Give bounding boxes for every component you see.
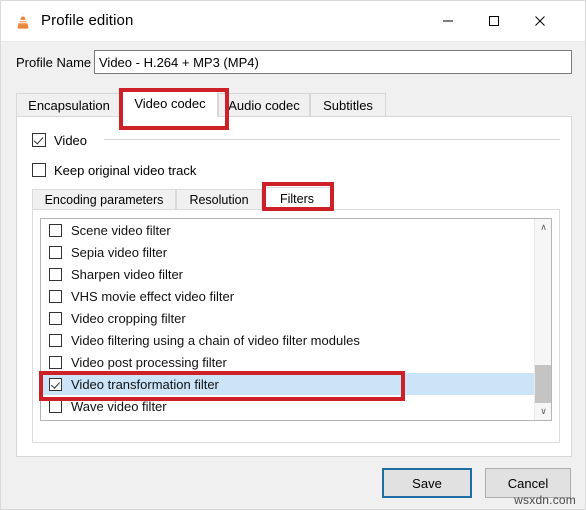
minimize-button[interactable] [425,1,471,41]
tab-video-codec[interactable]: Video codec [122,90,218,117]
filter-checkbox[interactable] [49,223,62,237]
filter-checkbox[interactable] [49,267,62,281]
profile-name-row: Profile Name [1,42,585,86]
vertical-scrollbar[interactable]: ∧ ∨ [534,219,551,420]
title-bar: Profile edition [1,1,585,42]
filter-checkbox[interactable] [49,355,62,369]
filter-label: Video cropping filter [71,310,186,326]
tab-subtitles[interactable]: Subtitles [310,93,386,117]
filter-label: Video post processing filter [71,354,227,370]
filter-label: Sharpen video filter [71,266,184,282]
video-checkbox-item[interactable]: Video [32,130,560,150]
filter-list: Scene video filter Sepia video filter Sh… [41,219,534,420]
filter-label: Video filtering using a chain of video f… [71,332,360,348]
chevron-up-icon: ∧ [540,222,547,232]
list-item[interactable]: Video filtering using a chain of video f… [41,329,534,351]
filter-label: VHS movie effect video filter [71,288,235,304]
scrollbar-thumb[interactable] [535,365,551,403]
list-item[interactable]: Sepia video filter [41,241,534,263]
keep-original-video-track-checkbox[interactable] [32,163,46,177]
list-item[interactable]: Video cropping filter [41,307,534,329]
filter-listbox[interactable]: Scene video filter Sepia video filter Sh… [40,218,552,421]
minimize-icon [443,20,453,22]
chevron-down-icon: ∨ [540,406,547,416]
video-checkbox[interactable] [32,133,46,147]
keep-original-track-row: Keep original video track [32,160,432,180]
scroll-up-button[interactable]: ∧ [535,219,551,236]
section-divider [104,139,560,140]
filter-checkbox[interactable] [49,289,62,303]
close-icon [535,16,545,26]
filter-label: Video transformation filter [71,376,219,392]
filter-label: Sepia video filter [71,244,168,260]
profile-name-input[interactable] [94,50,572,74]
subtab-filters[interactable]: Filters [262,187,332,210]
filters-panel: Scene video filter Sepia video filter Sh… [32,209,560,443]
filter-checkbox[interactable] [49,311,62,325]
filter-label: Wave video filter [71,398,167,414]
keep-original-video-track-label: Keep original video track [54,162,197,178]
list-item[interactable]: VHS movie effect video filter [41,285,534,307]
scroll-down-button[interactable]: ∨ [535,403,551,420]
tab-encapsulation[interactable]: Encapsulation [16,93,122,117]
list-item[interactable]: Wave video filter [41,395,534,417]
filter-checkbox[interactable] [49,377,62,391]
list-item-video-transformation-filter[interactable]: Video transformation filter [41,373,534,395]
list-item[interactable]: Video post processing filter [41,351,534,373]
vlc-cone-icon [13,11,33,31]
watermark: wsxdn.com [514,493,576,507]
subtab-resolution[interactable]: Resolution [176,189,262,210]
close-button[interactable] [517,1,563,41]
sub-tab-strip: Encoding parameters Resolution Filters [32,187,560,210]
video-enable-row: Video [32,130,560,150]
filter-checkbox[interactable] [49,399,62,413]
video-codec-panel: Video Keep original video track Encoding… [16,116,572,457]
video-checkbox-label: Video [54,132,88,148]
subtab-encoding-parameters[interactable]: Encoding parameters [32,189,176,210]
keep-original-video-track-item[interactable]: Keep original video track [32,160,432,180]
list-item[interactable]: Scene video filter [41,219,534,241]
tab-audio-codec[interactable]: Audio codec [218,93,310,117]
main-tab-strip: Encapsulation Video codec Audio codec Su… [16,90,572,117]
filter-checkbox[interactable] [49,333,62,347]
maximize-button[interactable] [471,1,517,41]
profile-name-label: Profile Name [16,55,92,70]
maximize-icon [489,16,499,26]
filter-checkbox[interactable] [49,245,62,259]
profile-edition-window: Profile edition Profile Name Encapsulati… [0,0,586,510]
list-item[interactable]: Sharpen video filter [41,263,534,285]
save-button[interactable]: Save [382,468,472,498]
window-title: Profile edition [41,12,134,29]
filter-label: Scene video filter [71,222,171,238]
